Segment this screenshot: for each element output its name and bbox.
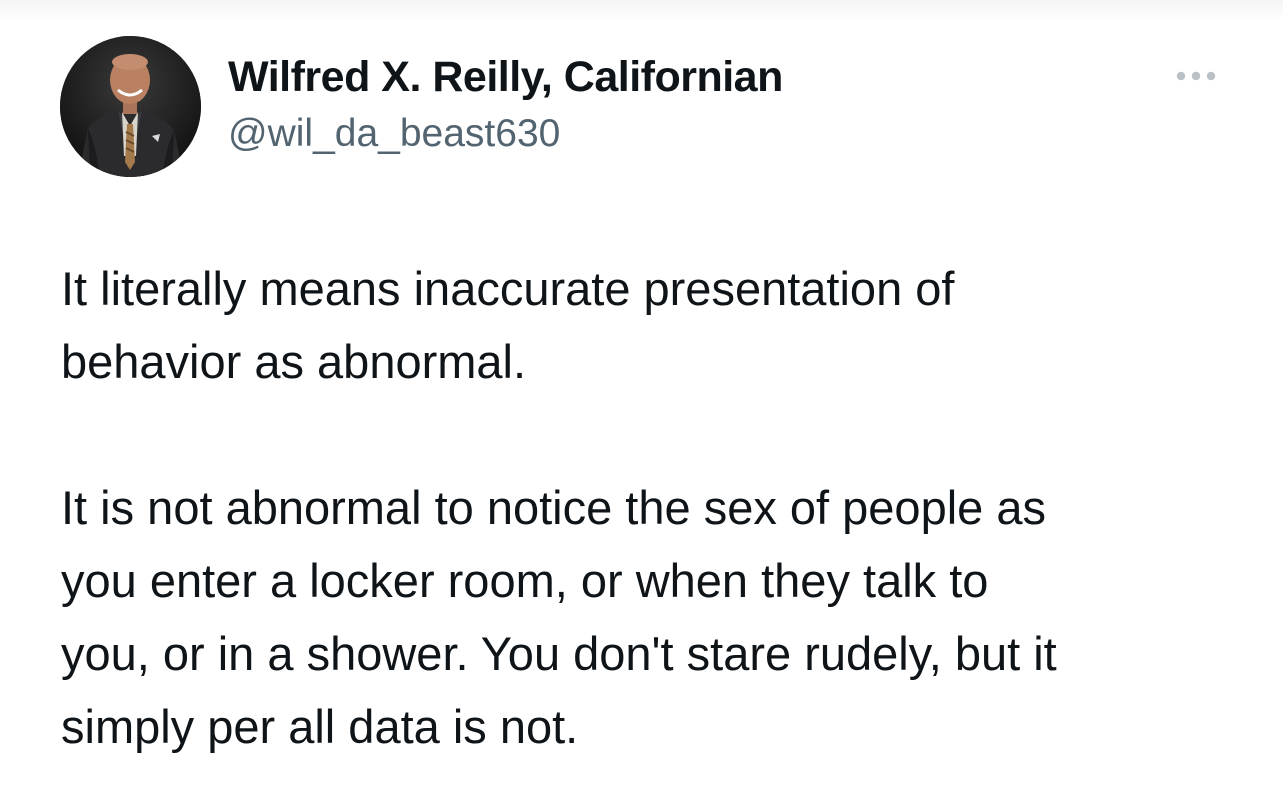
tweet-card: Wilfred X. Reilly, Californian @wil_da_b… bbox=[0, 0, 1283, 803]
author-avatar[interactable] bbox=[60, 36, 201, 177]
tweet-text: It literally means inaccurate presentati… bbox=[61, 252, 1261, 763]
author-display-name[interactable]: Wilfred X. Reilly, Californian bbox=[228, 52, 783, 102]
more-options-button[interactable] bbox=[1168, 60, 1224, 92]
author-handle[interactable]: @wil_da_beast630 bbox=[228, 110, 560, 158]
tweet-paragraph: It literally means inaccurate presentati… bbox=[61, 262, 955, 388]
avatar-photo-icon bbox=[60, 36, 201, 177]
more-horizontal-icon bbox=[1176, 71, 1216, 81]
tweet-paragraph: It is not abnormal to notice the sex of … bbox=[61, 481, 1057, 753]
